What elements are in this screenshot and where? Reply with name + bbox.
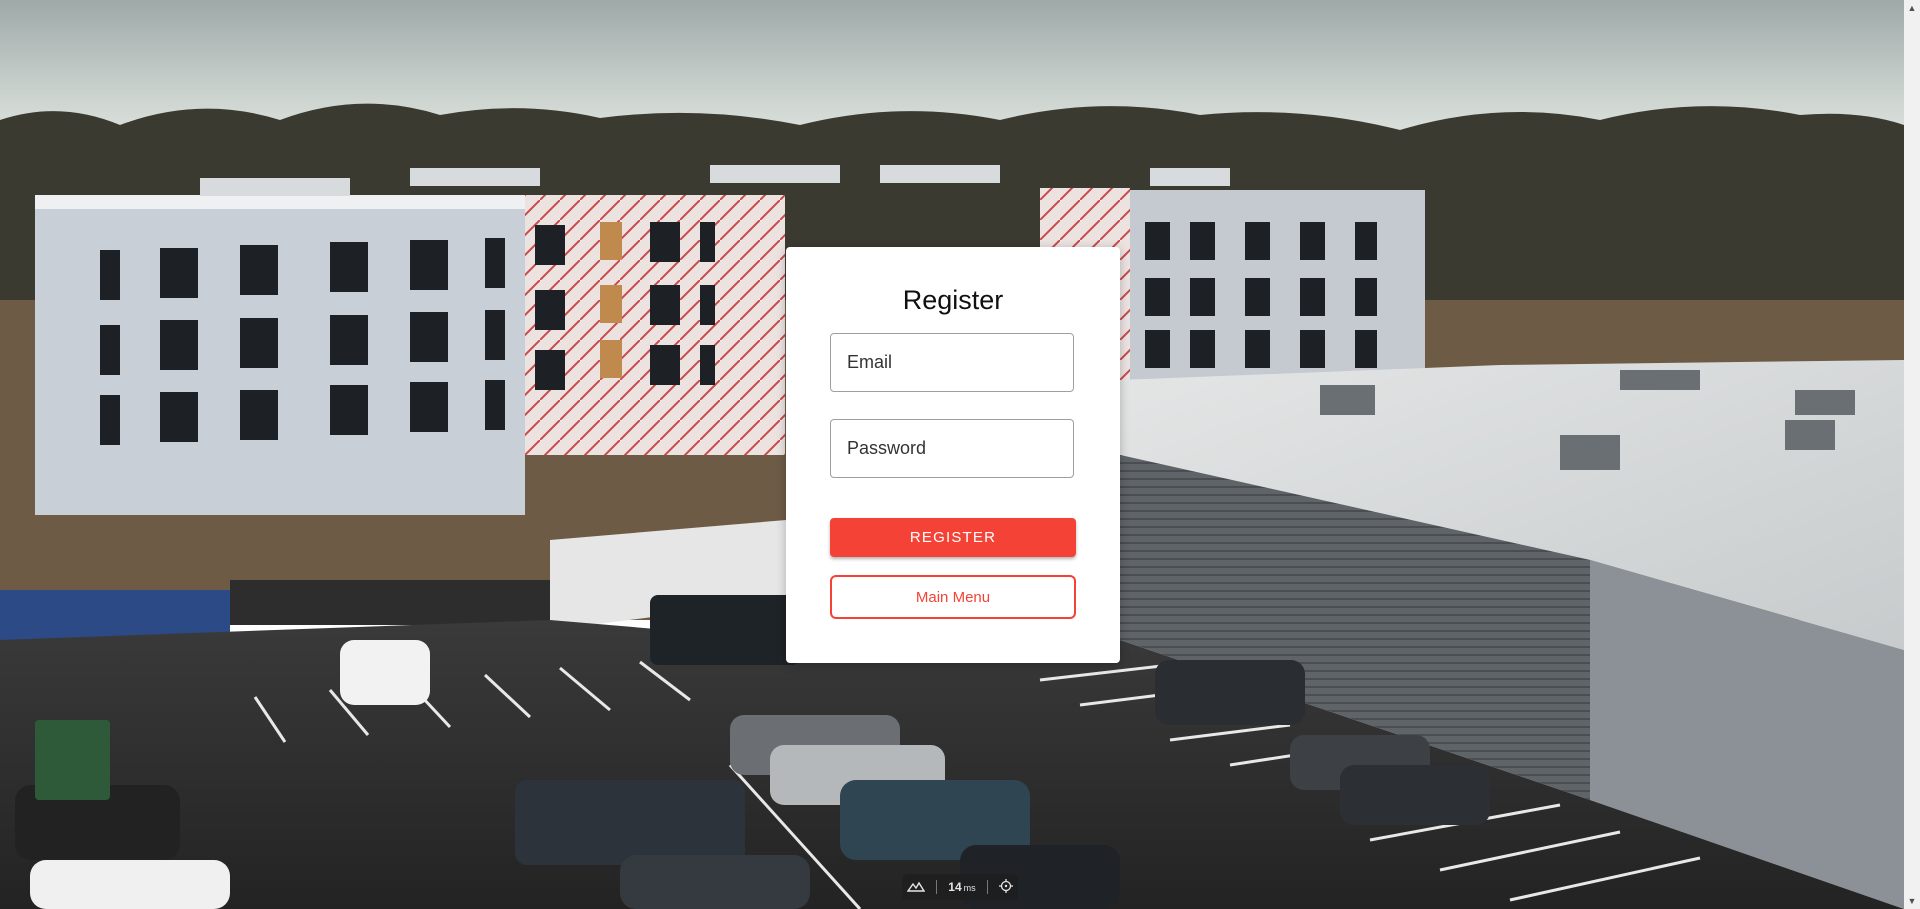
- scroll-up-arrow-icon[interactable]: ▲: [1904, 0, 1920, 16]
- password-input[interactable]: [831, 420, 1073, 477]
- email-input[interactable]: [831, 334, 1073, 391]
- separator: [986, 880, 988, 894]
- viewport: Register REGISTER Main Menu 14ms: [0, 0, 1920, 909]
- register-button[interactable]: REGISTER: [830, 518, 1076, 557]
- register-card: Register REGISTER Main Menu: [786, 247, 1120, 663]
- email-field[interactable]: [830, 333, 1074, 392]
- frame-time: 14 ms: [948, 880, 975, 894]
- scroll-down-arrow-icon[interactable]: ▼: [1904, 893, 1920, 909]
- vertical-scrollbar[interactable]: ▲ ▼: [1904, 0, 1920, 909]
- main-menu-button[interactable]: Main Menu: [830, 575, 1076, 619]
- target-icon[interactable]: [998, 878, 1013, 896]
- mountain-icon[interactable]: [907, 880, 926, 895]
- password-field[interactable]: [830, 419, 1074, 478]
- frame-time-unit: ms: [963, 883, 976, 893]
- frame-time-value: 14: [948, 880, 962, 894]
- stats-overlay: 14 ms: [902, 874, 1018, 900]
- register-title: Register: [902, 285, 1004, 315]
- separator: [936, 880, 938, 894]
